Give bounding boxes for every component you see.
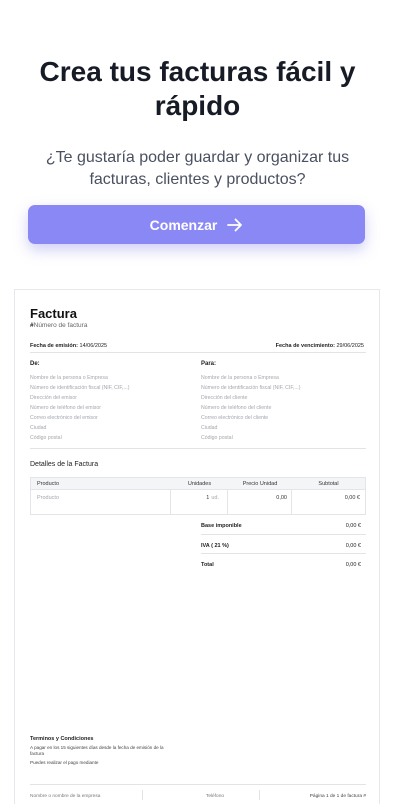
hero-title: Crea tus facturas fácil y rápido — [39, 56, 356, 121]
client-tax-id-field[interactable]: Número de identificación fiscal (NIF, CI… — [201, 383, 361, 393]
issuer-name-field[interactable]: Nombre de la persona o Empresa — [30, 373, 190, 383]
issuer-phone-field[interactable]: Número de teléfono del emisor — [30, 403, 190, 413]
arrow-right-icon — [227, 218, 243, 232]
iva-value: 0,00 € — [345, 543, 361, 549]
divider — [201, 553, 366, 554]
issuer-email-field[interactable]: Correo electrónico del emisor — [30, 413, 190, 423]
base-total-row: Base imponible 0,00 € — [201, 523, 361, 529]
terms-text[interactable]: A pagar en los 15 siguientes días desde … — [30, 745, 170, 757]
col-product: Producto — [37, 480, 60, 487]
client-email-field[interactable]: Correo electrónico del cliente — [201, 413, 361, 423]
col-subtotal: Subtotal — [318, 480, 339, 487]
product-input[interactable]: Producto — [31, 490, 171, 514]
divider — [259, 790, 260, 800]
col-unit-price: Precio Unidad — [242, 480, 278, 487]
base-label: Base imponible — [201, 523, 242, 529]
client-name-field[interactable]: Nombre de la persona o Empresa — [201, 373, 361, 383]
units-input[interactable]: 1 ud. — [171, 490, 228, 514]
start-button-label: Comenzar — [149, 216, 218, 233]
footer-phone[interactable]: Teléfono — [160, 794, 270, 799]
due-date-label: Fecha de vencimiento: — [275, 343, 335, 349]
invoice-title: Factura — [30, 306, 77, 321]
hero-subtitle: ¿Te gustaría poder guardar y organizar t… — [45, 149, 350, 188]
invoice-number[interactable]: #Número de factura — [30, 322, 87, 329]
issue-date-value: 14/06/2025 — [79, 343, 108, 349]
issuer-heading: De: — [30, 361, 40, 367]
invoice-preview: Factura #Número de factura Fecha de emis… — [14, 289, 380, 804]
invoice-footer: Nombre o nombre de la empresa Teléfono P… — [30, 784, 366, 804]
client-phone-field[interactable]: Número de teléfono del cliente — [201, 403, 361, 413]
start-button[interactable]: Comenzar — [28, 205, 365, 244]
client-city-field[interactable]: Ciudad — [201, 423, 361, 433]
units-value: 1 — [206, 495, 210, 501]
issuer-tax-id-field[interactable]: Número de identificación fiscal (NIF, CI… — [30, 383, 190, 393]
issuer-postal-code-field[interactable]: Código postal — [30, 433, 190, 443]
footer-company[interactable]: Nombre o nombre de la empresa — [30, 794, 160, 799]
issuer-section: De: Nombre de la persona o Empresa Númer… — [30, 361, 190, 443]
client-heading: Para: — [201, 361, 217, 367]
payment-method-text[interactable]: Puedes realizar el pago mediante — [30, 760, 98, 765]
client-address-field[interactable]: Dirección del cliente — [201, 393, 361, 403]
divider — [142, 790, 143, 800]
client-section: Para: Nombre de la persona o Empresa Núm… — [201, 361, 361, 443]
total-row: Total 0,00 € — [201, 562, 361, 568]
footer-page: Página 1 de 1 de factura # — [309, 794, 366, 799]
total-value: 0,00 € — [345, 562, 361, 568]
divider — [30, 352, 366, 353]
issue-date-label: Fecha de emisión: — [30, 343, 78, 349]
price-input[interactable]: 0,00 — [228, 490, 292, 514]
issuer-address-field[interactable]: Dirección del emisor — [30, 393, 190, 403]
base-value: 0,00 € — [345, 523, 361, 529]
terms-heading: Terminos y Condiciones — [30, 736, 94, 742]
row-subtotal: 0,00 € — [344, 495, 360, 501]
divider — [30, 448, 366, 449]
units-label: ud. — [211, 495, 219, 501]
col-units: Unidades — [187, 480, 212, 487]
items-table: Producto Unidades Precio Unidad Subtotal… — [30, 477, 366, 515]
iva-label: IVA ( 21 %) — [201, 543, 229, 549]
table-row: Producto 1 ud. 0,00 0,00 € — [31, 490, 365, 514]
table-header: Producto Unidades Precio Unidad Subtotal — [31, 478, 365, 490]
iva-row: IVA ( 21 %) 0,00 € — [201, 543, 361, 549]
details-title: Detalles de la Factura — [30, 461, 99, 468]
client-postal-code-field[interactable]: Código postal — [201, 433, 361, 443]
invoice-number-placeholder: Número de factura — [33, 322, 88, 329]
divider — [201, 534, 366, 535]
due-date-value: 29/06/2025 — [336, 343, 364, 349]
due-date[interactable]: Fecha de vencimiento: 29/06/2025 — [276, 343, 364, 349]
issue-date[interactable]: Fecha de emisión: 14/06/2025 — [30, 343, 107, 349]
total-label: Total — [201, 562, 214, 568]
issuer-city-field[interactable]: Ciudad — [30, 423, 190, 433]
